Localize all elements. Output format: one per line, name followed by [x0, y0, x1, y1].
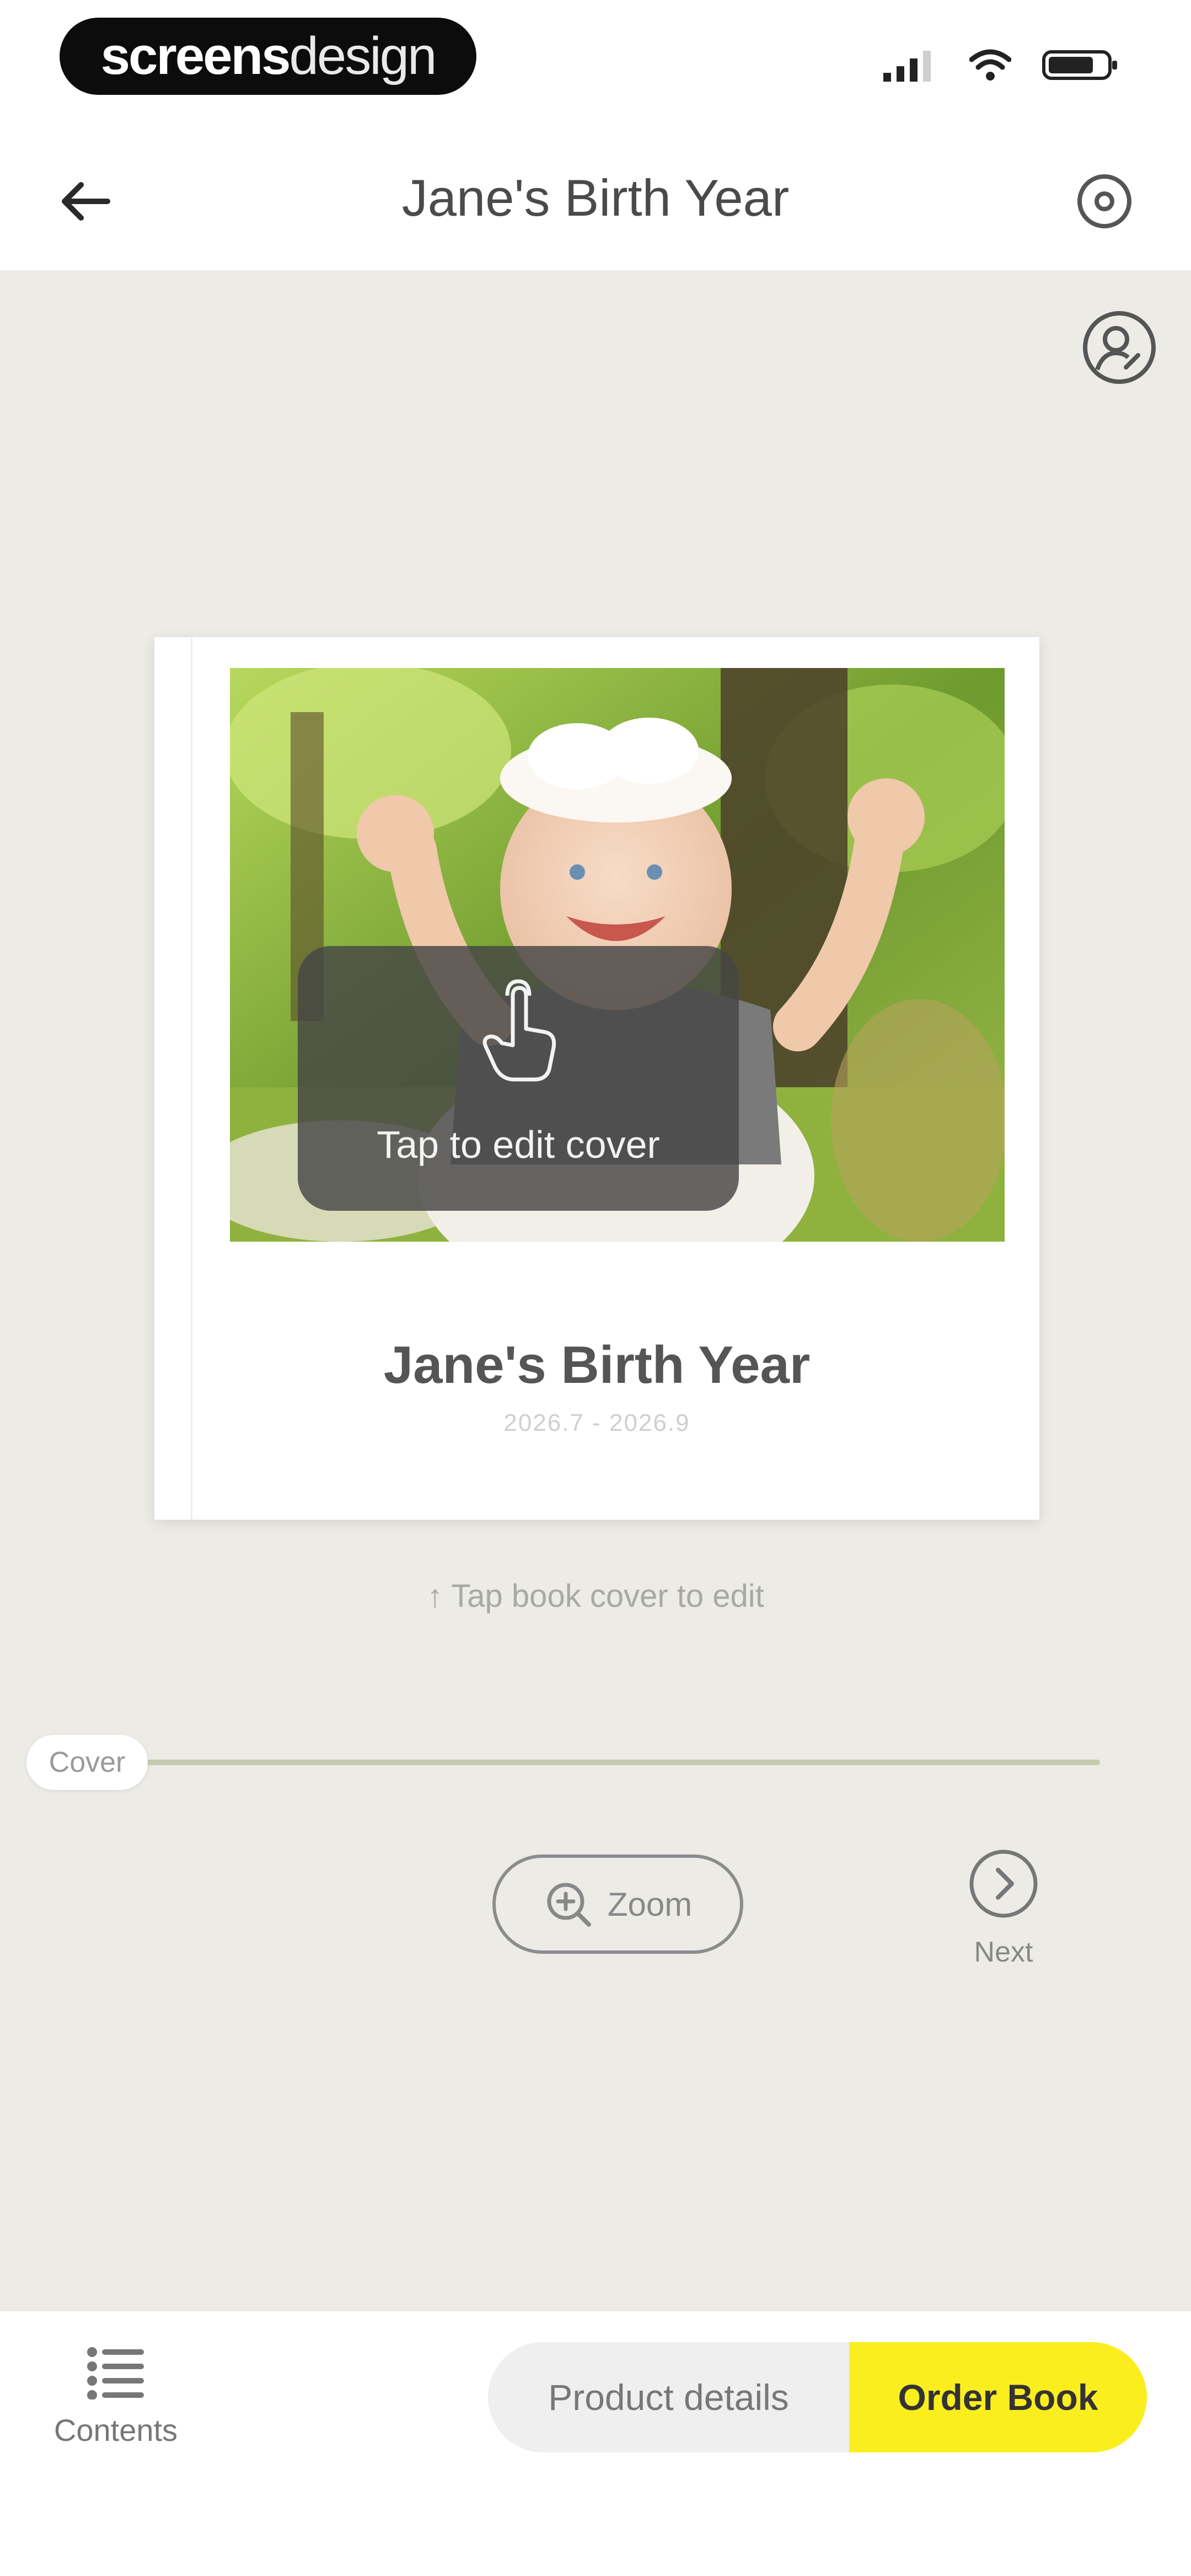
- cover-edit-hint: ↑ Tap book cover to edit: [427, 1578, 764, 1614]
- zoom-label: Zoom: [607, 1885, 693, 1923]
- ring-icon: [1077, 174, 1131, 228]
- chevron-right-circle-icon: [969, 1850, 1038, 1918]
- page-title: Jane's Birth Year: [401, 169, 790, 227]
- status-icons: [883, 49, 1119, 82]
- brand-logo-light: design: [289, 26, 437, 85]
- user-edit-icon: [1083, 311, 1156, 384]
- contents-tab[interactable]: Contents: [28, 2344, 204, 2488]
- product-details-button[interactable]: Product details: [488, 2342, 849, 2452]
- current-page-chip[interactable]: Cover: [26, 1735, 148, 1790]
- cover-title: Jane's Birth Year: [383, 1335, 811, 1394]
- bottom-button-group: Product details Order Book: [488, 2342, 1147, 2452]
- header-settings-button[interactable]: [1073, 170, 1136, 233]
- app-header: Jane's Birth Year: [0, 127, 1191, 270]
- next-page-button[interactable]: Next: [959, 1848, 1048, 1986]
- cover-dates: 2026.7 - 2026.9: [503, 1409, 690, 1436]
- contents-label: Contents: [53, 2413, 178, 2447]
- signal-icon: [883, 51, 931, 82]
- battery-icon: [1042, 50, 1117, 80]
- zoom-in-icon: [547, 1883, 591, 1927]
- tap-hand-icon: [482, 979, 556, 1082]
- zoom-button[interactable]: Zoom: [492, 1854, 743, 1954]
- bottom-action-bar: Contents Product details Order Book: [0, 2311, 1191, 2576]
- share-user-button[interactable]: [1081, 309, 1158, 386]
- next-label: Next: [974, 1936, 1033, 1968]
- page-progress-track[interactable]: [143, 1760, 1100, 1765]
- book-canvas: Jane's Birth Year 2026.7 - 2026.9 Tap to…: [0, 270, 1191, 2311]
- order-book-button[interactable]: Order Book: [849, 2342, 1147, 2452]
- brand-logo: screens design: [60, 18, 476, 95]
- list-icon: [87, 2347, 144, 2400]
- edit-cover-label: Tap to edit cover: [377, 1123, 660, 1166]
- wifi-icon: [969, 49, 1011, 81]
- status-bar: screens design: [0, 0, 1191, 127]
- brand-logo-bold: screens: [100, 26, 291, 85]
- edit-cover-overlay[interactable]: Tap to edit cover: [298, 946, 739, 1211]
